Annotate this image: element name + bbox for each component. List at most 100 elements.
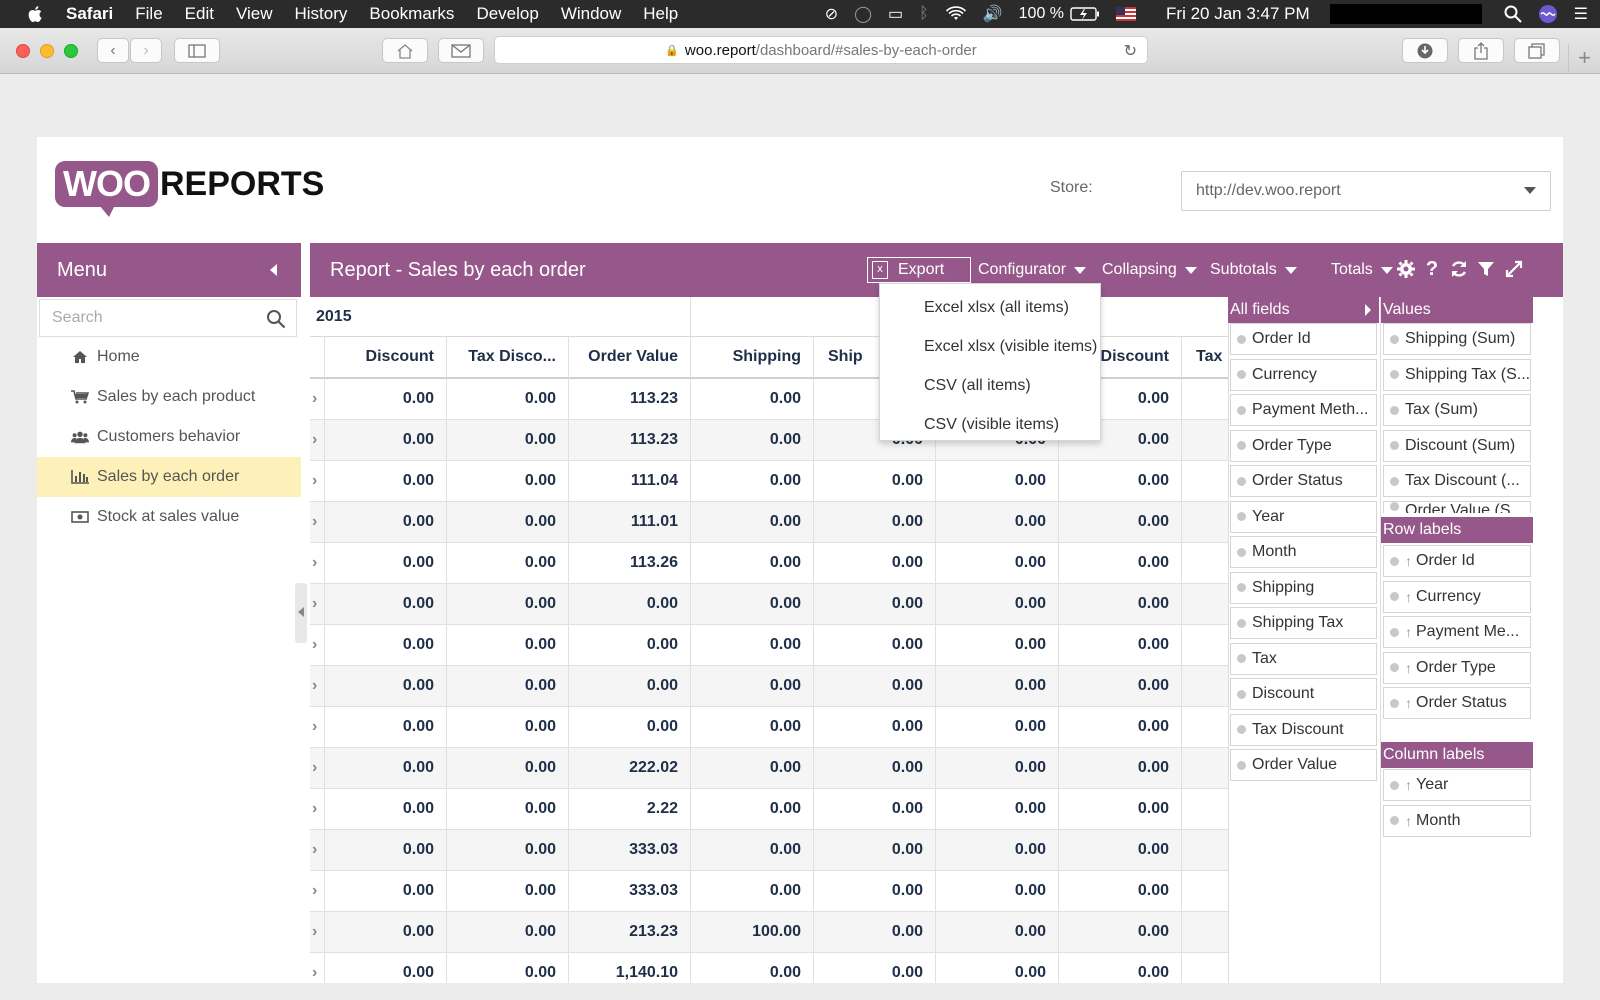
drag-handle-icon[interactable] [1237,689,1246,699]
table-cell[interactable]: 0.00 [936,789,1059,830]
table-cell[interactable]: 0.00 [325,789,447,830]
menu-view[interactable]: View [236,4,273,24]
table-cell[interactable]: 0.00 [1059,584,1182,625]
table-cell[interactable]: 0.00 [814,871,936,912]
field-item[interactable]: ↑ Order Status [1383,687,1531,719]
table-cell[interactable]: 0.00 [691,789,814,830]
table-cell[interactable]: 0.00 [1059,543,1182,584]
row-label-cell[interactable]: › [310,707,325,748]
tabs-overview-button[interactable] [1514,38,1560,63]
drag-handle-icon[interactable] [1237,760,1246,770]
table-cell[interactable]: 0.00 [814,543,936,584]
field-item[interactable]: Month [1230,536,1377,568]
drag-handle-icon[interactable] [1390,780,1399,790]
sort-ascending-icon[interactable]: ↑ [1405,695,1412,711]
field-item[interactable]: Order Type [1230,429,1377,462]
table-cell[interactable]: 0.00 [447,830,569,871]
table-cell[interactable]: 0.00 [814,830,936,871]
table-cell[interactable]: 0.00 [936,502,1059,543]
column-header[interactable]: Discount [325,337,447,379]
refresh-icon[interactable] [1448,258,1470,280]
row-label-cell[interactable]: › [310,543,325,584]
siri-icon[interactable] [1538,4,1558,24]
drag-handle-icon[interactable] [1390,816,1399,825]
back-button[interactable]: ‹ [97,38,129,63]
fullscreen-icon[interactable] [1503,258,1525,280]
battery-icon[interactable] [1070,7,1100,21]
row-label-cell[interactable]: › [310,953,325,983]
row-label-cell[interactable]: › [310,748,325,789]
bluetooth-icon[interactable]: ᛒ [919,5,929,23]
field-item[interactable]: ↑ Currency [1383,580,1531,613]
field-item[interactable]: Payment Meth... [1230,394,1377,426]
field-item[interactable]: ↑ Month [1383,804,1531,837]
woo-reports-logo[interactable]: WOO REPORTS [55,161,324,217]
table-cell[interactable]: 0.00 [447,666,569,707]
field-item[interactable]: Order Status [1230,465,1377,497]
table-cell[interactable]: 0.00 [325,461,447,502]
field-item[interactable]: Tax [1230,642,1377,675]
all-fields-header[interactable]: All fields [1228,297,1379,323]
table-cell[interactable]: 0.00 [691,871,814,912]
table-cell[interactable]: 0.00 [691,830,814,871]
export-button[interactable]: x Export [867,257,971,283]
table-cell[interactable]: 0.00 [814,461,936,502]
table-cell[interactable]: 0.00 [814,748,936,789]
table-cell[interactable]: 333.03 [569,871,691,912]
table-cell[interactable]: 0.00 [691,953,814,983]
table-cell[interactable]: 1,140.10 [569,953,691,983]
row-label-cell[interactable]: › [310,912,325,953]
menu-help[interactable]: Help [643,4,678,24]
menu-app-name[interactable]: Safari [66,4,113,24]
menu-edit[interactable]: Edit [185,4,214,24]
table-cell[interactable]: 0.00 [569,625,691,666]
row-label-cell[interactable]: › [310,625,325,666]
table-cell[interactable]: 0.00 [1059,502,1182,543]
close-window-button[interactable] [16,44,30,58]
table-cell[interactable]: 0.00 [325,502,447,543]
zoom-window-button[interactable] [64,44,78,58]
drag-handle-icon[interactable] [1237,725,1246,734]
subtotals-button[interactable]: Subtotals [1210,261,1297,279]
table-cell[interactable]: 222.02 [569,748,691,789]
table-cell[interactable]: 0.00 [1059,666,1182,707]
drag-handle-icon[interactable] [1237,512,1246,521]
table-cell[interactable]: 0.00 [447,461,569,502]
sidebar-item-stock-at-sales-value[interactable]: Stock at sales value [37,497,301,537]
row-label-cell[interactable]: › [310,666,325,707]
table-cell[interactable] [1182,871,1228,912]
table-cell[interactable]: 0.00 [447,625,569,666]
table-cell[interactable]: 0.00 [569,707,691,748]
drag-handle-icon[interactable] [1390,501,1399,511]
table-cell[interactable]: 0.00 [447,584,569,625]
table-cell[interactable]: 0.00 [691,707,814,748]
table-cell[interactable]: 0.00 [325,871,447,912]
export-csv-visible-option[interactable]: CSV (visible items) [880,405,1100,444]
sort-ascending-icon[interactable]: ↑ [1405,553,1412,569]
drag-handle-icon[interactable] [1237,370,1246,379]
export-excel-all-option[interactable]: Excel xlsx (all items) [880,288,1100,327]
table-cell[interactable]: 0.00 [936,666,1059,707]
help-icon[interactable]: ? [1421,258,1443,280]
table-cell[interactable]: 0.00 [325,953,447,983]
table-cell[interactable]: 0.00 [814,502,936,543]
table-cell[interactable]: 0.00 [936,461,1059,502]
field-item[interactable]: ↑ Order Id [1383,545,1531,577]
field-item[interactable]: Order Value [1230,749,1377,781]
drag-handle-icon[interactable] [1237,441,1246,450]
table-cell[interactable] [1182,420,1228,461]
wifi-icon[interactable] [945,6,967,22]
table-cell[interactable]: 0.00 [691,461,814,502]
sidebar-toggle-button[interactable] [174,38,220,63]
home-button[interactable] [382,38,428,63]
drag-handle-icon[interactable] [1237,654,1246,663]
airplay-icon[interactable]: ▭ [888,4,903,24]
drag-handle-icon[interactable] [1237,405,1246,415]
table-cell[interactable]: 0.00 [691,584,814,625]
table-cell[interactable]: 0.00 [936,953,1059,983]
share-button[interactable] [1458,38,1504,63]
table-cell[interactable] [1182,666,1228,707]
row-label-cell[interactable]: › [310,461,325,502]
field-item[interactable]: Tax Discount [1230,713,1377,746]
column-header[interactable] [310,337,325,379]
